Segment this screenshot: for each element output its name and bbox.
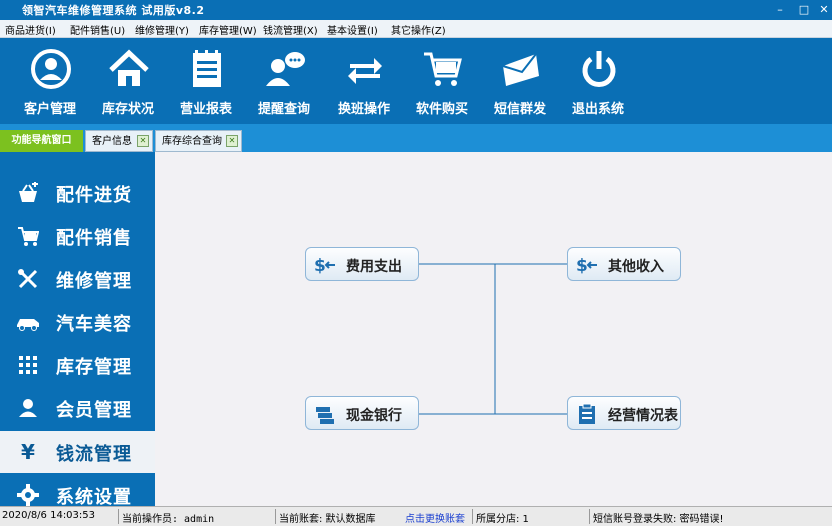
sidebar-item-inventory[interactable]: 库存管理	[0, 344, 155, 386]
toolbar-sms-button[interactable]: 短信群发	[482, 38, 558, 124]
tools-icon	[18, 269, 38, 289]
switch-account-link[interactable]: 点击更换账套	[405, 510, 465, 525]
close-button[interactable]: ✕	[814, 1, 832, 19]
toolbar-label: 提醒查询	[257, 102, 310, 117]
sidebar-item-label: 会员管理	[56, 400, 132, 421]
tab-nav-window[interactable]: 功能导航窗口	[0, 130, 83, 152]
toolbar-label: 库存状况	[101, 102, 154, 117]
toolbar-stock-button[interactable]: 库存状况	[90, 38, 166, 124]
toolbar-label: 退出系统	[571, 102, 624, 117]
notepad-icon	[193, 50, 221, 87]
sidebar-item-label: 配件进货	[56, 185, 132, 206]
window-title: 领智汽车维修管理系统 试用版v8.2	[22, 4, 205, 17]
toolbar-label: 客户管理	[23, 102, 76, 117]
sidebar-item-label: 维修管理	[56, 271, 132, 292]
menu-sales[interactable]: 配件销售(U)	[70, 22, 125, 37]
cash-stack-icon	[316, 407, 334, 424]
basket-plus-icon	[19, 182, 38, 202]
status-branch: 所属分店: 1	[476, 514, 529, 525]
grid-icon	[19, 356, 37, 374]
sidebar-item-parts-purchase[interactable]: 配件进货	[0, 172, 155, 214]
envelope-icon	[502, 53, 539, 86]
tab-bar: 功能导航窗口 客户信息 ✕ 库存综合查询 ✕	[0, 124, 832, 152]
house-icon	[109, 49, 149, 86]
toolbar-exit-button[interactable]: 退出系统	[560, 38, 636, 124]
tab-customer-info[interactable]: 客户信息 ✕	[85, 130, 153, 152]
main-panel: $ 费用支出 $ 其他收入 现金银行 经营情况表	[155, 152, 832, 506]
sidebar-item-label: 汽车美容	[56, 314, 132, 335]
toolbar-reminder-button[interactable]: 提醒查询	[246, 38, 322, 124]
status-operator: 当前操作员: admin	[122, 514, 215, 525]
car-icon	[17, 319, 39, 331]
money-in-icon: $	[576, 256, 597, 276]
menu-purchase[interactable]: 商品进货(I)	[5, 22, 56, 37]
status-separator	[118, 509, 119, 524]
status-datetime: 2020/8/6 14:03:53	[2, 510, 96, 521]
flow-other-income-button[interactable]: $ 其他收入	[567, 247, 681, 281]
power-icon	[582, 51, 616, 87]
sidebar-item-label: 配件销售	[56, 228, 132, 249]
toolbar-report-button[interactable]: 营业报表	[168, 38, 244, 124]
toolbar-purchase-button[interactable]: 软件购买	[404, 38, 480, 124]
menu-settings[interactable]: 基本设置(I)	[327, 22, 378, 37]
toolbar-label: 营业报表	[179, 102, 232, 117]
user-icon	[19, 399, 37, 417]
tab-label: 库存综合查询	[162, 136, 222, 147]
tab-inventory-query[interactable]: 库存综合查询 ✕	[155, 130, 242, 152]
svg-text:$: $	[576, 256, 588, 276]
flow-label: 经营情况表	[608, 408, 678, 424]
flow-label: 费用支出	[346, 259, 402, 275]
sidebar-item-repair[interactable]: 维修管理	[0, 258, 155, 300]
yen-icon: ¥	[21, 440, 35, 464]
toolbar-label: 换班操作	[337, 102, 390, 117]
flow-label: 其他收入	[608, 259, 664, 275]
shopping-cart-icon	[18, 227, 39, 246]
toolbar-shift-button[interactable]: 换班操作	[326, 38, 402, 124]
status-separator	[275, 509, 276, 524]
title-bar: 领智汽车维修管理系统 试用版v8.2 – □ ✕	[0, 0, 832, 20]
sidebar-item-cashflow[interactable]: ¥ 钱流管理	[0, 431, 155, 473]
sidebar: 配件进货 配件销售 维修管理 汽车美容 库存管理 会员管理 ¥ 钱流管理 系统设…	[0, 152, 155, 508]
tab-close-icon[interactable]: ✕	[226, 135, 238, 147]
tab-label: 客户信息	[92, 136, 132, 147]
menu-other[interactable]: 其它操作(Z)	[391, 22, 446, 37]
flow-expense-button[interactable]: $ 费用支出	[305, 247, 419, 281]
money-out-icon: $	[314, 256, 335, 276]
flow-cash-bank-button[interactable]: 现金银行	[305, 396, 419, 430]
sidebar-item-label: 库存管理	[56, 357, 132, 378]
tab-close-icon[interactable]: ✕	[137, 135, 149, 147]
menu-bar: 商品进货(I) 配件销售(U) 维修管理(Y) 库存管理(W) 钱流管理(X) …	[0, 20, 832, 38]
minimize-button[interactable]: –	[770, 1, 790, 19]
menu-cashflow[interactable]: 钱流管理(X)	[263, 22, 318, 37]
menu-repair[interactable]: 维修管理(Y)	[135, 22, 189, 37]
user-circle-icon	[31, 49, 71, 89]
flow-business-report-button[interactable]: 经营情况表	[567, 396, 681, 430]
sidebar-item-members[interactable]: 会员管理	[0, 387, 155, 429]
status-separator	[589, 509, 590, 524]
toolbar-customer-button[interactable]: 客户管理	[12, 38, 88, 124]
maximize-button[interactable]: □	[794, 1, 814, 19]
toolbar-label: 软件购买	[415, 102, 468, 117]
flow-label: 现金银行	[346, 408, 402, 424]
status-bar: 2020/8/6 14:03:53 当前操作员: admin 当前账套: 默认数…	[0, 506, 832, 526]
shopping-cart-icon	[424, 52, 462, 86]
status-sms: 短信账号登录失败: 密码错误!	[593, 514, 724, 525]
user-chat-icon	[266, 52, 305, 86]
gear-icon	[17, 484, 39, 506]
toolbar-label: 短信群发	[493, 102, 546, 117]
sidebar-item-label: 钱流管理	[56, 444, 132, 465]
status-account: 当前账套: 默认数据库	[279, 514, 376, 525]
clipboard-icon	[579, 403, 595, 424]
sidebar-item-parts-sales[interactable]: 配件销售	[0, 215, 155, 257]
svg-text:$: $	[314, 256, 326, 276]
toolbar: 客户管理 库存状况 营业报表 提醒查询 换班操作 软件购买 短信群发 退出系统	[0, 38, 832, 124]
sidebar-item-car-beauty[interactable]: 汽车美容	[0, 301, 155, 343]
status-separator	[472, 509, 473, 524]
flow-connector-lines	[419, 263, 567, 415]
swap-arrows-icon	[348, 58, 382, 84]
menu-inventory[interactable]: 库存管理(W)	[199, 22, 257, 37]
